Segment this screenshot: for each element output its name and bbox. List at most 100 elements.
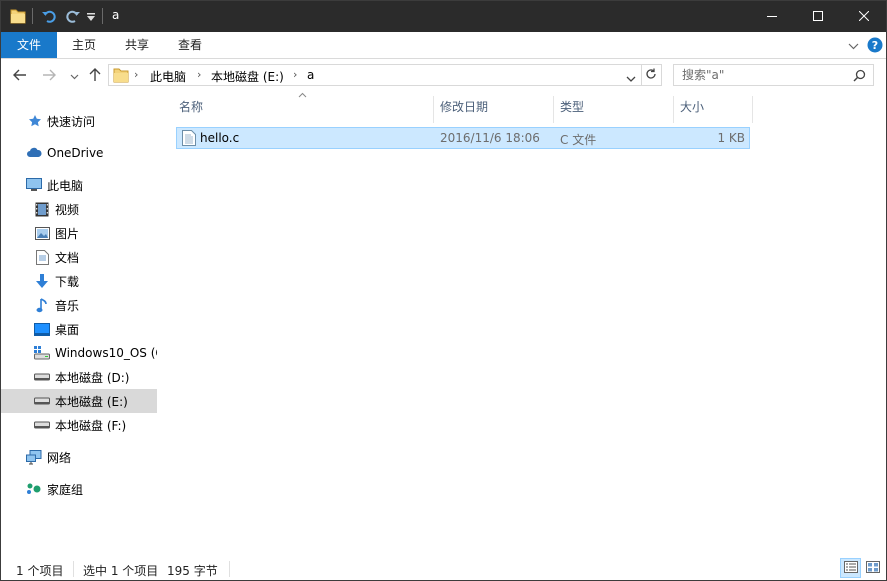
nav-label: 网络	[47, 450, 72, 465]
column-divider[interactable]	[752, 96, 753, 123]
search-icon[interactable]	[853, 69, 866, 85]
close-icon	[858, 10, 870, 24]
nav-item-homegroup[interactable]: 家庭组	[1, 477, 157, 501]
nav-label: Windows10_OS (C	[55, 346, 157, 360]
nav-item-drive-e[interactable]: 本地磁盘 (E:)	[1, 389, 157, 413]
nav-item-videos[interactable]: 视频	[1, 197, 157, 221]
search-input[interactable]	[674, 65, 844, 85]
nav-item-drive-f[interactable]: 本地磁盘 (F:)	[1, 413, 157, 437]
column-header-modified[interactable]: 修改日期	[434, 96, 553, 123]
file-list-pane: 名称 修改日期 类型 大小 hello.c 2016/11/6 18:06 C …	[161, 92, 886, 551]
status-divider	[229, 561, 230, 577]
ribbon-tabs: 文件 主页 共享 查看 ?	[1, 32, 886, 59]
breadcrumb-chevron-icon[interactable]: ›	[197, 68, 201, 81]
nav-item-onedrive[interactable]: OneDrive	[1, 141, 157, 165]
status-selected-size: 195 字节	[167, 564, 218, 578]
tab-share[interactable]: 共享	[111, 32, 163, 58]
tab-view[interactable]: 查看	[163, 32, 217, 58]
drive-icon	[34, 369, 50, 385]
folder-icon	[113, 67, 129, 86]
nav-item-drive-d[interactable]: 本地磁盘 (D:)	[1, 365, 157, 389]
recent-locations-button[interactable]	[65, 67, 83, 85]
status-selected-count: 选中 1 个项目	[83, 564, 159, 578]
status-divider	[73, 561, 74, 577]
chevron-down-icon	[70, 69, 79, 83]
navigation-pane: 快速访问 OneDrive 此电脑 视频 图片 文档 下载 音乐 桌面 Wind…	[1, 92, 159, 551]
c-source-file-icon	[182, 130, 196, 149]
address-bar[interactable]: › 此电脑 › 本地磁盘 (E:) › a	[108, 64, 642, 86]
tab-home[interactable]: 主页	[57, 32, 111, 58]
status-bar: 1 个项目 选中 1 个项目 195 字节	[1, 558, 886, 580]
forward-button[interactable]	[40, 67, 58, 85]
undo-icon[interactable]	[41, 7, 57, 28]
file-type: C 文件	[560, 133, 597, 147]
nav-item-downloads[interactable]: 下载	[1, 269, 157, 293]
nav-item-quick-access[interactable]: 快速访问	[1, 109, 157, 133]
column-header-size[interactable]: 大小	[674, 96, 752, 123]
address-dropdown-icon[interactable]	[626, 72, 636, 86]
details-view-button[interactable]	[840, 558, 861, 578]
file-explorer-window: a 文件 主页 共享 查看 ? › 此电脑 › 本地磁盘 (E:) › a 搜索…	[0, 0, 887, 581]
nav-label: 本地磁盘 (D:)	[55, 370, 130, 385]
title-separator	[32, 8, 33, 24]
video-icon	[34, 201, 50, 217]
breadcrumb-this-pc[interactable]: 此电脑	[150, 68, 186, 85]
cloud-icon	[26, 145, 42, 161]
search-box	[673, 64, 874, 86]
back-arrow-icon	[13, 69, 27, 84]
nav-label: 图片	[55, 226, 80, 241]
nav-label: 桌面	[55, 322, 80, 337]
column-header-name[interactable]: 名称	[173, 96, 435, 123]
nav-item-music[interactable]: 音乐	[1, 293, 157, 317]
address-row: › 此电脑 › 本地磁盘 (E:) › a	[1, 59, 886, 92]
close-button[interactable]	[841, 1, 886, 32]
expand-ribbon-icon[interactable]	[848, 40, 859, 54]
tab-file[interactable]: 文件	[1, 32, 57, 58]
forward-arrow-icon	[42, 69, 56, 84]
drive-icon	[34, 417, 50, 433]
breadcrumb-chevron-icon[interactable]: ›	[134, 68, 138, 81]
title-separator	[102, 8, 103, 24]
maximize-button[interactable]	[795, 1, 841, 32]
refresh-icon	[645, 68, 657, 83]
download-icon	[34, 273, 50, 289]
breadcrumb-chevron-icon[interactable]: ›	[293, 68, 297, 81]
nav-item-this-pc[interactable]: 此电脑	[1, 173, 157, 197]
file-row[interactable]: hello.c 2016/11/6 18:06 C 文件 1 KB	[176, 127, 750, 149]
details-view-icon	[843, 560, 858, 576]
up-button[interactable]	[86, 67, 104, 85]
svg-text:?: ?	[872, 39, 878, 52]
nav-label: 视频	[55, 202, 80, 217]
computer-icon	[26, 177, 42, 193]
large-icons-view-icon	[865, 560, 880, 576]
minimize-button[interactable]	[749, 1, 795, 32]
nav-item-drive-c[interactable]: Windows10_OS (C	[1, 341, 157, 365]
nav-label: 家庭组	[47, 482, 84, 497]
nav-label: 快速访问	[47, 114, 96, 129]
column-header-type[interactable]: 类型	[554, 96, 673, 123]
status-item-count: 1 个项目	[16, 564, 64, 578]
back-button[interactable]	[11, 67, 29, 85]
window-title: a	[112, 8, 120, 22]
nav-item-network[interactable]: 网络	[1, 445, 157, 469]
nav-item-documents[interactable]: 文档	[1, 245, 157, 269]
large-icons-view-button[interactable]	[862, 558, 883, 578]
title-bar: a	[1, 1, 886, 32]
drive-icon	[34, 393, 50, 409]
folder-icon[interactable]	[10, 7, 26, 28]
maximize-icon	[813, 10, 823, 24]
nav-item-pictures[interactable]: 图片	[1, 221, 157, 245]
music-icon	[34, 297, 50, 313]
nav-item-desktop[interactable]: 桌面	[1, 317, 157, 341]
nav-label: 此电脑	[47, 178, 84, 193]
network-icon	[26, 449, 42, 465]
redo-icon[interactable]	[65, 7, 81, 28]
refresh-button[interactable]	[641, 64, 662, 86]
help-icon[interactable]: ?	[867, 37, 883, 56]
breadcrumb-drive-e[interactable]: 本地磁盘 (E:)	[211, 68, 284, 85]
os-drive-icon	[34, 345, 50, 361]
file-name: hello.c	[200, 131, 240, 145]
pictures-icon	[34, 225, 50, 241]
breadcrumb-folder-a[interactable]: a	[307, 68, 314, 82]
customize-qat-icon[interactable]	[86, 11, 96, 25]
